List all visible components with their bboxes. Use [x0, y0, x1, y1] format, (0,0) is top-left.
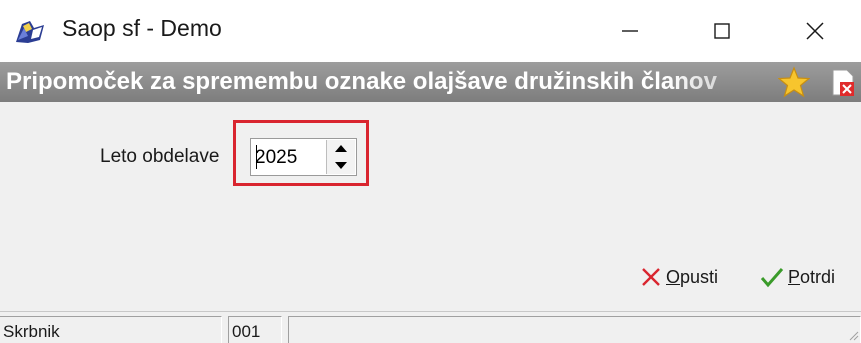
- year-spinner[interactable]: 2025: [250, 138, 357, 176]
- spin-up-button[interactable]: [327, 140, 355, 158]
- minimize-button[interactable]: [584, 0, 676, 62]
- status-user: Skrbnik: [0, 316, 222, 343]
- window-title: Saop sf - Demo: [62, 15, 222, 41]
- star-icon[interactable]: [778, 66, 810, 98]
- document-close-icon[interactable]: [830, 68, 858, 98]
- confirm-label: Potrdi: [788, 266, 836, 287]
- resize-grip-icon[interactable]: [847, 329, 859, 341]
- saop-app-icon: [16, 21, 44, 43]
- maximize-button[interactable]: [676, 0, 768, 62]
- maximize-icon: [714, 23, 730, 39]
- arrow-up-icon: [335, 145, 347, 152]
- confirm-button[interactable]: Potrdi: [760, 262, 835, 292]
- year-label: Leto obdelave: [100, 146, 220, 167]
- status-bar: Skrbnik 001: [0, 311, 861, 343]
- close-icon: [806, 22, 824, 40]
- spin-down-button[interactable]: [327, 157, 355, 174]
- spinner-buttons: [326, 140, 355, 174]
- cancel-button[interactable]: Opusti: [640, 262, 718, 292]
- status-code: 001: [228, 316, 282, 343]
- arrow-down-icon: [335, 162, 347, 169]
- year-input[interactable]: 2025: [255, 147, 297, 169]
- title-bar[interactable]: Saop sf - Demo: [0, 0, 861, 62]
- x-mark-icon: [642, 268, 660, 286]
- form-title: Pripomoček za spremembu oznake olajšave …: [6, 68, 717, 95]
- cancel-label: Opusti: [666, 266, 719, 287]
- status-extra: [288, 316, 861, 343]
- close-button[interactable]: [769, 0, 861, 62]
- minimize-icon: [622, 30, 638, 32]
- form-header: Pripomoček za spremembu oznake olajšave …: [0, 62, 861, 102]
- check-mark-icon: [760, 268, 784, 288]
